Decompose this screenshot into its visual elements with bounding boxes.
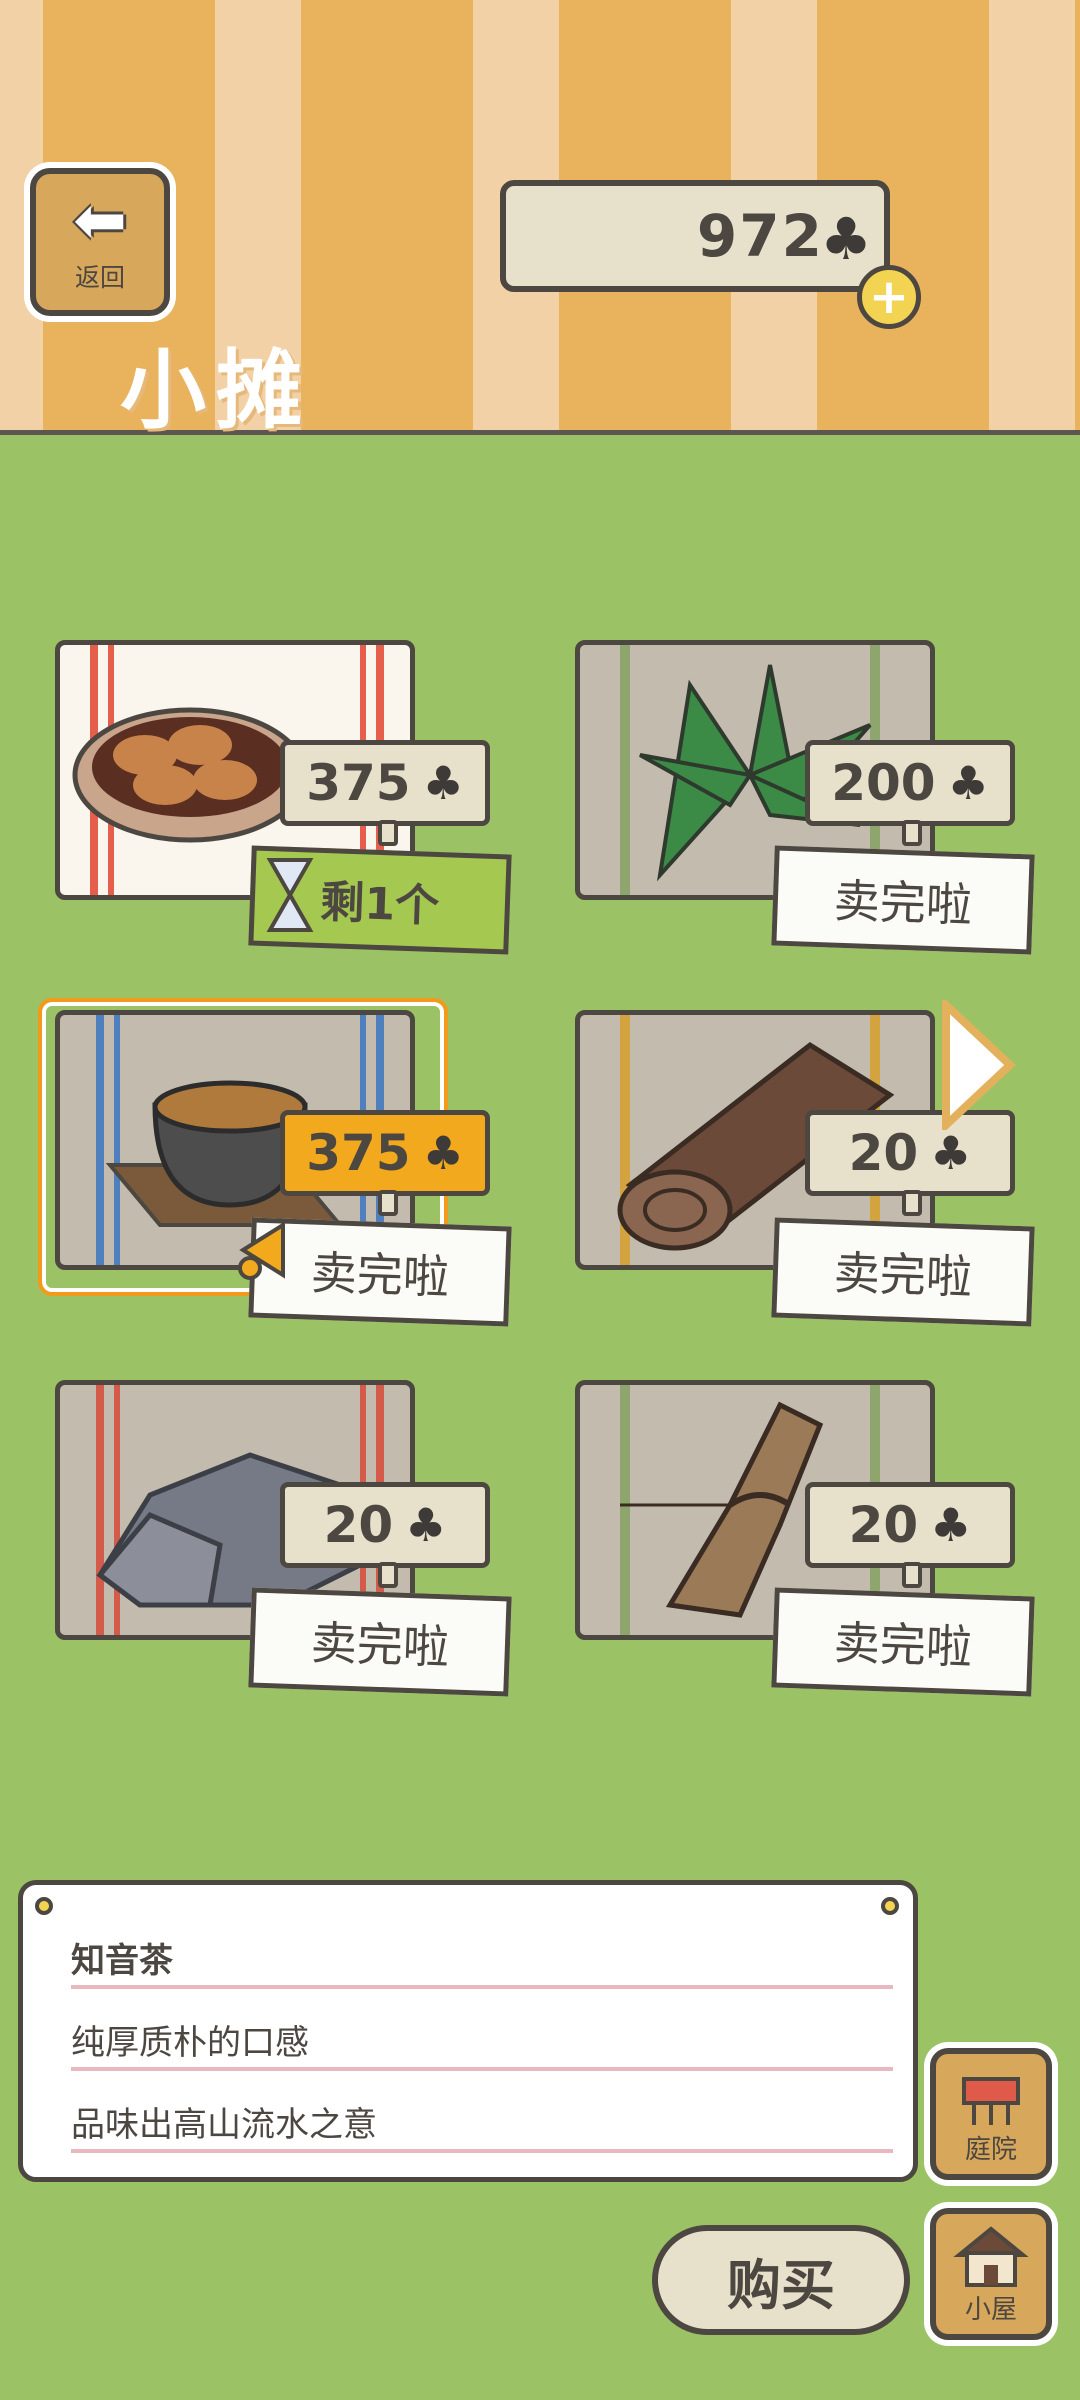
house-icon: [953, 2226, 1029, 2287]
sold-out-text: 卖完啦: [832, 873, 973, 933]
price-pin: [378, 820, 398, 846]
hourglass-icon: [250, 850, 330, 940]
price-value: 375: [306, 1124, 411, 1182]
price-value: 20: [848, 1496, 919, 1554]
back-label: 返回: [74, 263, 125, 292]
clover-icon: ♣: [422, 756, 464, 810]
clover-icon: ♣: [405, 1498, 447, 1552]
item-name: 知音茶: [71, 1941, 173, 1981]
price-tag: 20 ♣: [280, 1482, 490, 1568]
remaining-text: 剩1个: [319, 876, 441, 933]
house-button[interactable]: 小屋: [930, 2208, 1052, 2340]
sold-out-text: 卖完啦: [832, 1245, 973, 1305]
sold-out-text: 卖完啦: [309, 1245, 450, 1305]
price-pin: [902, 820, 922, 846]
page-title: 小摊: [120, 341, 312, 441]
clover-icon: ♣: [930, 1498, 972, 1552]
megaphone-icon: [228, 1210, 308, 1290]
sold-out-text: 卖完啦: [309, 1615, 450, 1675]
divider: [71, 2067, 893, 2071]
courtyard-icon: [962, 2077, 1020, 2125]
price-value: 375: [306, 754, 411, 812]
sold-out-text: 卖完啦: [832, 1615, 973, 1675]
divider: [71, 2149, 893, 2153]
clover-icon: ♣: [820, 205, 872, 273]
description-line-2: 品味出高山流水之意: [71, 2105, 377, 2145]
buy-button[interactable]: 购买: [652, 2225, 910, 2335]
price-pin: [378, 1562, 398, 1588]
price-tag: 20 ♣: [805, 1482, 1015, 1568]
pin-icon: [881, 1897, 899, 1915]
house-label: 小屋: [964, 2295, 1017, 2325]
sold-out-badge: 卖完啦: [248, 1587, 512, 1697]
price-tag-selected: 375 ♣: [280, 1110, 490, 1196]
price-value: 20: [848, 1124, 919, 1182]
price-tag: 200 ♣: [805, 740, 1015, 826]
buy-label: 购买: [727, 2253, 835, 2317]
price-tag: 375 ♣: [280, 740, 490, 826]
next-page-arrow-icon[interactable]: [938, 995, 1018, 1135]
price-value: 200: [831, 754, 936, 812]
price-value: 20: [323, 1496, 394, 1554]
sold-out-badge: 卖完啦: [771, 1587, 1035, 1697]
add-currency-button[interactable]: +: [857, 265, 921, 329]
clover-icon: ♣: [947, 756, 989, 810]
clover-icon: ♣: [930, 1126, 972, 1180]
back-button[interactable]: ⬅ 返回: [30, 168, 170, 316]
back-arrow-icon: ⬅: [73, 184, 127, 258]
price-pin: [902, 1190, 922, 1216]
price-pin: [902, 1562, 922, 1588]
item-description-panel: 知音茶 纯厚质朴的口感 品味出高山流水之意: [18, 1880, 918, 2182]
divider: [71, 1985, 893, 1989]
courtyard-button[interactable]: 庭院: [930, 2048, 1052, 2180]
courtyard-label: 庭院: [964, 2135, 1017, 2165]
clover-icon: ♣: [422, 1126, 464, 1180]
sold-out-badge: 卖完啦: [771, 1217, 1035, 1327]
pin-icon: [35, 1897, 53, 1915]
currency-value: 972: [696, 202, 824, 270]
sold-out-badge: 卖完啦: [771, 845, 1035, 955]
price-pin: [378, 1190, 398, 1216]
description-line-1: 纯厚质朴的口感: [71, 2023, 309, 2063]
